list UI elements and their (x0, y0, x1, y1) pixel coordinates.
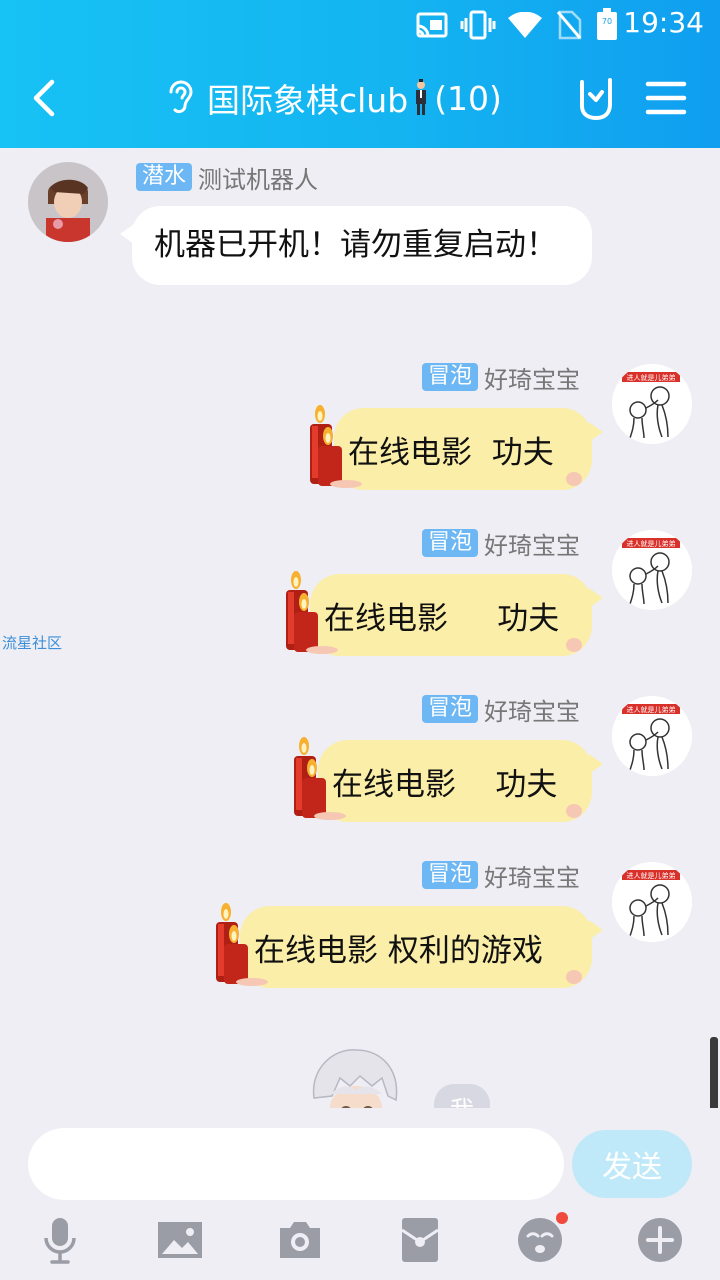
avatar-self[interactable]: 进人就是儿弟弟 (612, 862, 692, 942)
message-meta: 冒泡 好琦宝宝 (421, 360, 580, 395)
avatar-self[interactable]: 进人就是儿弟弟 (612, 696, 692, 776)
message-bubble[interactable]: 我 (434, 1084, 490, 1108)
candle-icon (286, 571, 338, 654)
message-bubble[interactable]: 机器已开机！请勿重复启动！ (120, 206, 592, 285)
stick-figure-avatar-icon: 进人就是儿弟弟 (612, 862, 692, 942)
message-text: 在线电影 功夫 (324, 600, 560, 637)
send-button[interactable]: 发送 (572, 1130, 692, 1198)
svg-text:70: 70 (602, 17, 612, 26)
message-bubble[interactable]: 在线电影 权利的游戏 (240, 906, 603, 988)
battery-icon: 70 (597, 8, 617, 40)
bubble-decoration (566, 472, 582, 486)
message-meta: 冒泡 好琦宝宝 (421, 526, 580, 561)
message-bubble[interactable]: 在线电影 功夫 (318, 740, 603, 822)
svg-text:进人就是儿弟弟: 进人就是儿弟弟 (627, 539, 676, 548)
message-list[interactable]: 潜水 测试机器人 机器已开机！请勿重复启动！ 冒泡 好琦宝宝 进人就是儿弟弟 在… (0, 148, 720, 1108)
role-tag: 冒泡 (421, 363, 478, 391)
svg-text:进人就是儿弟弟: 进人就是儿弟弟 (627, 705, 676, 714)
person-emoji-icon (416, 79, 427, 115)
status-bar: 70 19:34 (0, 0, 720, 50)
candle-icon (310, 405, 362, 488)
svg-text:进人就是儿弟弟: 进人就是儿弟弟 (627, 871, 676, 880)
emoji-icon (518, 1218, 562, 1262)
candle-icon (216, 903, 268, 986)
message-text: 机器已开机！请勿重复启动！ (154, 227, 557, 263)
microphone-icon[interactable] (36, 1216, 84, 1264)
role-tag: 冒泡 (421, 861, 478, 889)
cast-icon (416, 12, 448, 38)
side-community-link[interactable]: 流星社区 (2, 632, 62, 653)
message-text: 在线电影 功夫 (348, 434, 554, 471)
stick-figure-avatar-icon: 进人就是儿弟弟 (612, 530, 692, 610)
stick-figure-avatar-icon: 进人就是儿弟弟 (612, 696, 692, 776)
anime-boy-avatar-icon (28, 162, 108, 242)
svg-text:进人就是儿弟弟: 进人就是儿弟弟 (627, 373, 676, 382)
back-icon[interactable] (22, 72, 70, 124)
message-meta: 潜水 测试机器人 (136, 160, 318, 195)
bubble-decoration (566, 638, 582, 652)
no-sim-icon (556, 10, 582, 40)
group-name: 国际象棋club (207, 81, 409, 120)
avatar-bot[interactable] (28, 162, 108, 242)
bubble-decoration (566, 804, 582, 818)
sender-name[interactable]: 好琦宝宝 (484, 360, 580, 395)
stick-figure-avatar-icon: 进人就是儿弟弟 (612, 364, 692, 444)
message-meta: 冒泡 好琦宝宝 (421, 692, 580, 727)
member-count: (10) (434, 78, 502, 118)
chat-title[interactable]: 国际象棋club (10) (165, 76, 502, 120)
role-tag: 冒泡 (421, 695, 478, 723)
message-input[interactable] (28, 1128, 564, 1200)
role-tag: 潜水 (136, 163, 193, 191)
message-text: 我 (450, 1096, 474, 1108)
image-icon[interactable] (156, 1216, 204, 1264)
vibrate-icon (460, 10, 496, 40)
notification-dot (556, 1212, 568, 1224)
ear-icon (169, 80, 193, 114)
emoji-button[interactable] (516, 1212, 568, 1264)
input-bar: 发送 (0, 1108, 720, 1280)
plus-icon[interactable] (636, 1216, 684, 1264)
message-bubble[interactable]: 在线电影 功夫 (310, 574, 603, 656)
sender-name[interactable]: 好琦宝宝 (484, 526, 580, 561)
sender-name[interactable]: 好琦宝宝 (484, 858, 580, 893)
message-meta: 冒泡 好琦宝宝 (421, 858, 580, 893)
camera-icon[interactable] (276, 1216, 324, 1264)
avatar-self[interactable]: 进人就是儿弟弟 (612, 364, 692, 444)
avatar-self[interactable]: 进人就是儿弟弟 (612, 530, 692, 610)
top-bar: 70 19:34 国际象棋club (10) (0, 0, 720, 148)
message-text: 在线电影 权利的游戏 (254, 932, 543, 969)
anime-character-avatar-icon[interactable] (304, 1048, 408, 1108)
status-time: 19:34 (623, 6, 704, 39)
message-text: 在线电影 功夫 (332, 766, 558, 803)
menu-icon[interactable] (642, 74, 690, 122)
sender-name[interactable]: 好琦宝宝 (484, 692, 580, 727)
candle-icon (294, 737, 346, 820)
sender-name[interactable]: 测试机器人 (198, 160, 318, 195)
red-packet-icon[interactable] (396, 1216, 444, 1264)
role-tag: 冒泡 (421, 529, 478, 557)
wifi-icon (508, 12, 542, 38)
hand-gesture-icon[interactable] (572, 74, 620, 122)
scrollbar-thumb[interactable] (710, 1037, 718, 1113)
message-bubble[interactable]: 在线电影 功夫 (334, 408, 603, 490)
bubble-decoration (566, 970, 582, 984)
